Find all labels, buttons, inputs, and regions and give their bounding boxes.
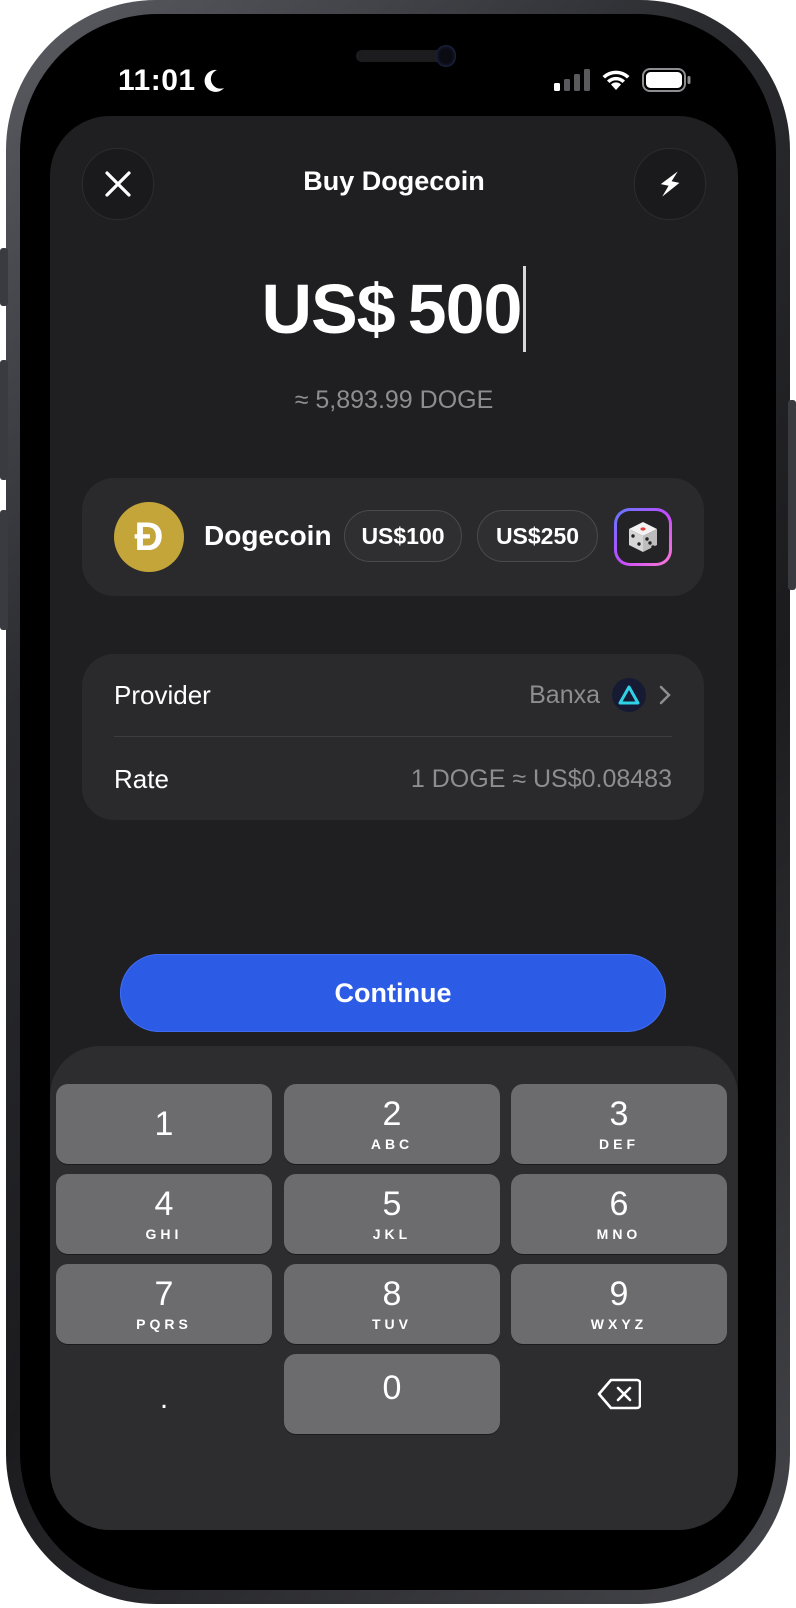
order-details-card: Provider Banxa Rate 1 DOGE ≈ US$0.08483 [82, 654, 704, 820]
phone-frame: 11:01 Buy Dogecoin US$ 500 ≈ 5,893.99 DO… [0, 0, 796, 1604]
lightning-icon [660, 171, 680, 197]
provider-row[interactable]: Provider Banxa [114, 654, 672, 736]
provider-label: Provider [114, 679, 211, 710]
banxa-logo-icon [612, 678, 646, 712]
amount-value: US$ 500 [261, 270, 523, 348]
asset-selector-card: Đ Dogecoin US$100 US$250 [82, 478, 704, 596]
backspace-key[interactable] [511, 1354, 727, 1434]
power-button [788, 400, 796, 590]
dice-icon [629, 522, 657, 552]
key-8[interactable]: 8 TUV [284, 1264, 500, 1344]
key-2[interactable]: 2 ABC [284, 1084, 500, 1164]
status-time: 11:01 [118, 64, 226, 98]
continue-button[interactable]: Continue [120, 954, 666, 1032]
numeric-keypad: 1 2 ABC 3 DEF 4 GHI 5 JKL 6 MNO 7 PQRS 8… [50, 1046, 738, 1530]
key-9[interactable]: 9 WXYZ [511, 1264, 727, 1344]
clock: 11:01 [118, 64, 196, 97]
buy-sheet: Buy Dogecoin US$ 500 ≈ 5,893.99 DOGE Đ D… [50, 116, 738, 1530]
converted-amount: ≈ 5,893.99 DOGE [294, 386, 494, 414]
amount-display[interactable]: US$ 500 [50, 266, 738, 352]
divider [114, 736, 672, 737]
volume-down-button [0, 510, 8, 630]
key-1[interactable]: 1 [56, 1084, 272, 1164]
key-3[interactable]: 3 DEF [511, 1084, 727, 1164]
status-indicators [554, 68, 692, 92]
rate-label: Rate [114, 763, 169, 794]
wifi-icon [602, 70, 630, 90]
chevron-right-icon [659, 685, 671, 705]
cellular-signal-icon [554, 69, 590, 91]
screen: 11:01 Buy Dogecoin US$ 500 ≈ 5,893.99 DO… [34, 28, 762, 1576]
key-5[interactable]: 5 JKL [284, 1174, 500, 1254]
key-7[interactable]: 7 PQRS [56, 1264, 272, 1344]
rate-value: 1 DOGE ≈ US$0.08483 [410, 764, 672, 793]
key-decimal[interactable]: . [56, 1354, 272, 1434]
random-amount-button[interactable] [614, 508, 672, 566]
backspace-icon [597, 1378, 641, 1410]
preset-amount-chip[interactable]: US$250 [477, 510, 598, 562]
quick-buy-button[interactable] [634, 148, 706, 220]
battery-icon [642, 68, 691, 92]
provider-value: Banxa [529, 680, 600, 709]
preset-amount-chip[interactable]: US$100 [344, 510, 462, 562]
action-button [0, 248, 8, 306]
asset-name[interactable]: Dogecoin [204, 520, 332, 552]
dogecoin-logo-icon: Đ [114, 502, 184, 572]
volume-up-button [0, 360, 8, 480]
key-4[interactable]: 4 GHI [56, 1174, 272, 1254]
moon-icon [204, 69, 224, 92]
key-6[interactable]: 6 MNO [511, 1174, 727, 1254]
text-cursor [523, 266, 527, 352]
rate-row: Rate 1 DOGE ≈ US$0.08483 [114, 738, 672, 820]
key-0[interactable]: 0 [284, 1354, 500, 1434]
front-camera [436, 45, 456, 67]
